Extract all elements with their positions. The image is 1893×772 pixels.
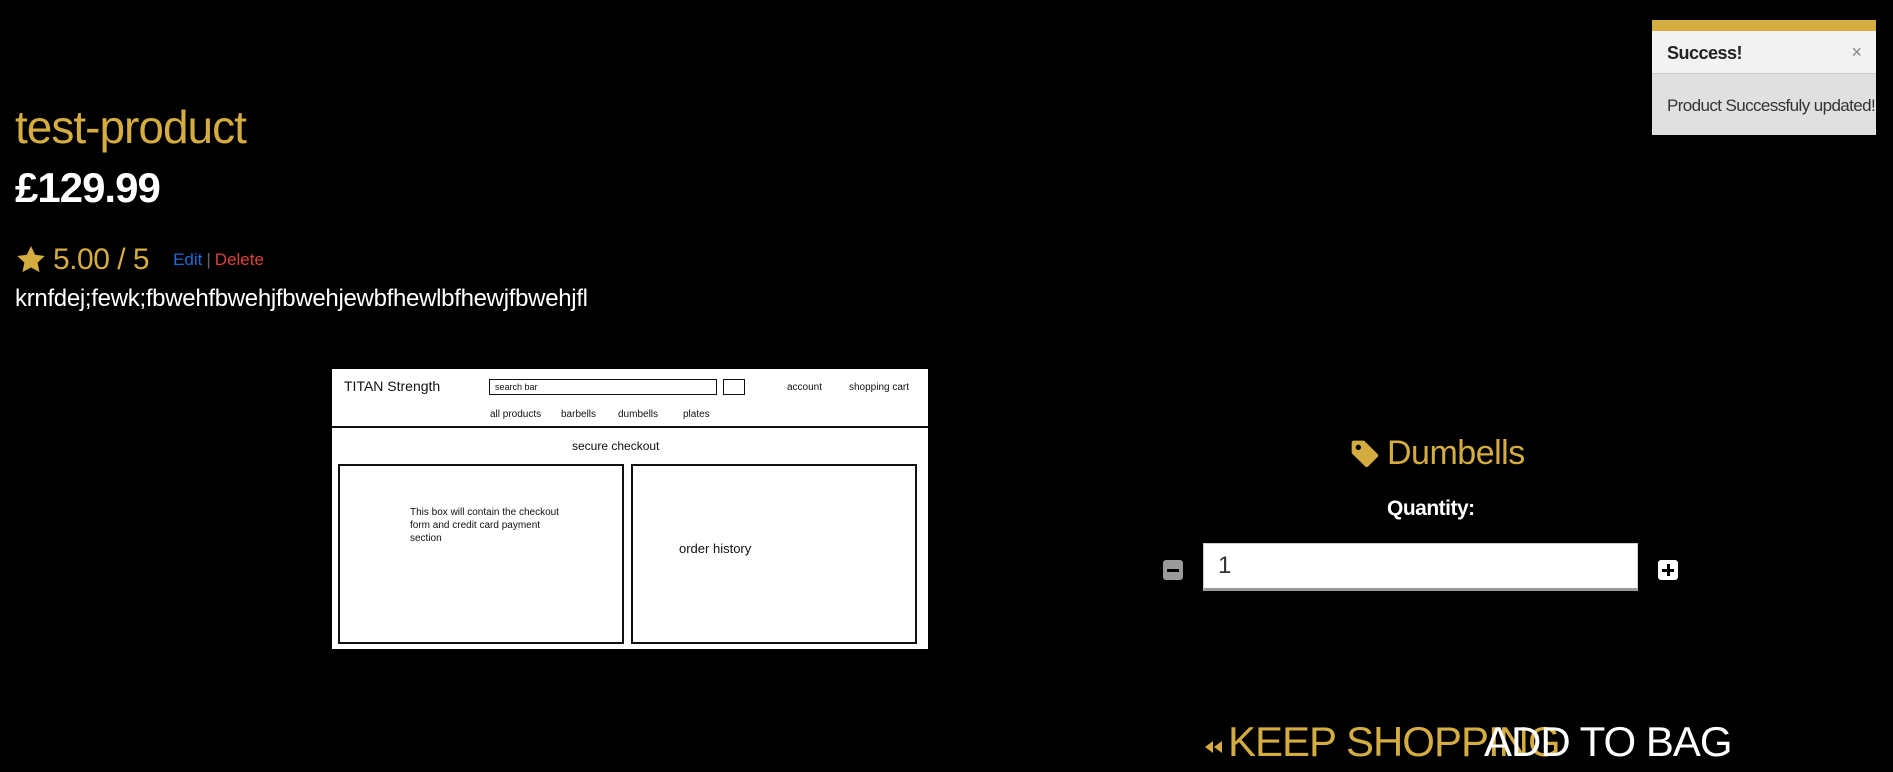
product-image: TITAN Strength search bar account shoppi… (332, 369, 928, 649)
link-separator: | (206, 250, 211, 269)
star-icon (17, 246, 45, 273)
image-account-text: account (787, 382, 823, 393)
image-nav-item: dumbells (618, 409, 659, 420)
image-nav-item: barbells (561, 409, 597, 420)
quantity-input[interactable] (1203, 543, 1638, 591)
product-category[interactable]: Dumbells (1349, 434, 1525, 473)
image-search-bar: search bar (489, 379, 717, 395)
product-rating: 5.00 / 5 Edit | Delete (15, 243, 264, 277)
image-nav-item: plates (683, 409, 710, 420)
category-label: Dumbells (1387, 434, 1525, 472)
image-heading: secure checkout (572, 439, 660, 453)
toast-header: Success! × (1652, 31, 1876, 74)
rating-value: 5.00 / 5 (53, 243, 150, 276)
minus-square-icon[interactable] (1163, 560, 1183, 580)
toast-accent-bar (1652, 20, 1876, 31)
image-order-history-box: order history (631, 464, 917, 644)
image-checkout-text: This box will contain the checkout form … (410, 507, 559, 544)
image-cart-text: shopping cart (849, 382, 910, 393)
product-description: krnfdej;fewk;fbwehfbwehjfbwehjewbfhewlbf… (15, 285, 588, 312)
image-brand-text: TITAN Strength (344, 378, 441, 394)
backward-icon (1205, 741, 1222, 753)
tag-icon (1351, 440, 1379, 467)
quantity-label: Quantity: (1387, 497, 1475, 520)
add-to-bag-button[interactable]: ADD TO BAG (1484, 718, 1733, 766)
success-toast: Success! × Product Successfuly updated! (1652, 20, 1876, 135)
delete-link[interactable]: Delete (215, 250, 264, 270)
image-order-history-text: order history (679, 541, 752, 556)
product-price: £129.99 (15, 164, 161, 211)
image-divider (332, 426, 928, 428)
close-icon[interactable]: × (1851, 42, 1862, 63)
toast-title: Success! (1667, 43, 1743, 63)
product-title: test-product (15, 101, 247, 153)
image-search-button (723, 379, 745, 395)
edit-link[interactable]: Edit (173, 250, 202, 270)
plus-square-icon[interactable] (1658, 560, 1678, 580)
toast-message: Product Successfuly updated! (1667, 96, 1876, 115)
image-nav-item: all products (490, 409, 542, 420)
image-checkout-box: This box will contain the checkout form … (338, 464, 624, 644)
